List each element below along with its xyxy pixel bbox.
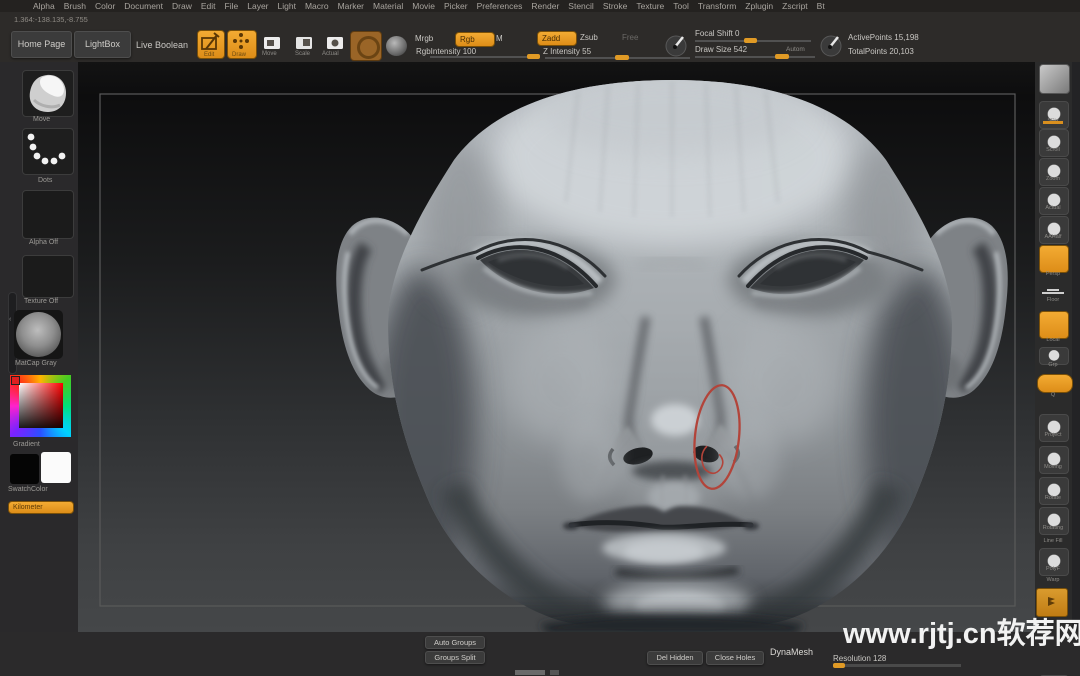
svg-text:Draw: Draw: [232, 52, 247, 58]
svg-text:Edit: Edit: [204, 52, 215, 58]
